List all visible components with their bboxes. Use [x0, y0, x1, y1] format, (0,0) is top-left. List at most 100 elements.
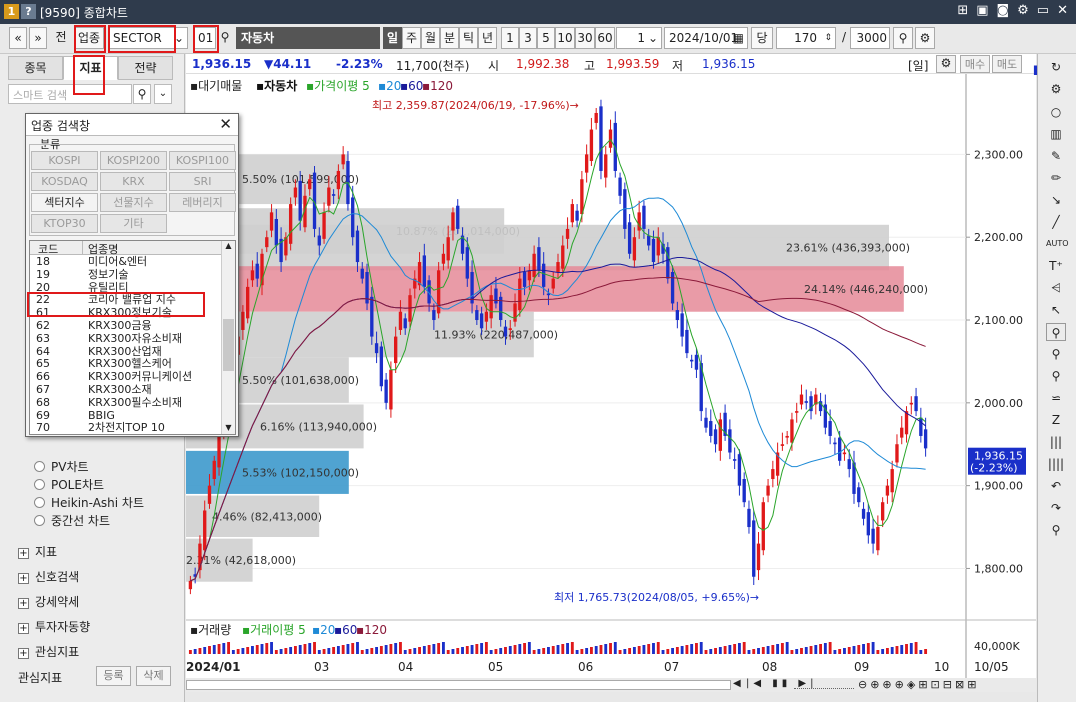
bar-chart-icon[interactable]: ▥ [1046, 125, 1066, 143]
next-button[interactable]: » [29, 27, 47, 49]
redo-icon[interactable]: ↷ [1046, 499, 1066, 517]
list-item[interactable]: 69 BBIG [30, 409, 220, 422]
list-item[interactable]: 65 KRX300헬스케어 [30, 357, 220, 370]
interval-button[interactable]: 1 [501, 27, 519, 49]
list-item[interactable]: 20 유틸리티 [30, 281, 220, 294]
radio-midline-chart[interactable]: 중간선 차트 [34, 512, 110, 529]
zoom-tool-icons[interactable]: ⊖⊕⊕⊕◈⊞⊡⊟⊠⊞ [858, 678, 979, 691]
category-button[interactable]: 기타 [100, 214, 167, 233]
category-button[interactable]: KOSPI [31, 151, 98, 170]
date-input[interactable]: 2024/10/01 ▦ [664, 27, 748, 49]
interval-button[interactable]: 10 [555, 27, 575, 49]
zoom-out-icon[interactable]: ⚲ [1046, 345, 1066, 363]
smart-search-input[interactable]: 스마트 검색 [8, 84, 132, 104]
sector-select[interactable]: SECTOR ⌄ [108, 27, 188, 49]
calendar-icon[interactable]: ▦ [733, 28, 744, 48]
period-button[interactable]: 틱 [459, 27, 478, 49]
bars-icon[interactable]: ||| [1046, 433, 1066, 451]
list-item[interactable]: 18 미디어&엔터 [30, 255, 220, 268]
list-item[interactable]: 61 KRX300정보기술 [30, 306, 220, 319]
interval-button[interactable]: 30 [575, 27, 595, 49]
category-button[interactable]: 선물지수 [100, 193, 167, 212]
category-button[interactable]: 섹터지수 [31, 193, 98, 212]
register-button[interactable]: 등록 [96, 666, 131, 686]
tree-investor-trend[interactable]: + 투자자동향 [18, 618, 90, 635]
category-button[interactable]: SRI [169, 172, 236, 191]
pen-icon[interactable]: ✎ [1046, 147, 1066, 165]
sector-search-dialog[interactable]: 업종 검색창 ✕ 분류 KOSPI KOSPI200 KOSPI100 KOSDAQ K… [25, 113, 239, 437]
scroll-down-icon[interactable]: ▼ [222, 423, 235, 434]
buy-button[interactable]: 매수 [960, 55, 990, 73]
search-icon[interactable]: ⚲ [1046, 521, 1066, 539]
count-input[interactable]: 170 ⇕ [776, 27, 836, 49]
zoom-slider[interactable] [794, 681, 854, 689]
category-button[interactable]: KOSDAQ [31, 172, 98, 191]
sector-list[interactable]: 코드 업종명 18 미디어&엔터 19 정보기술 20 유틸리티 22 코리아 밸류업 지수 6… [29, 240, 236, 435]
tab-strategy[interactable]: 전략 [118, 56, 173, 80]
help-icon[interactable]: ? [21, 4, 36, 19]
chevron-down-icon[interactable]: ⌄ [154, 84, 172, 104]
settings-icon[interactable]: ⚙ [915, 27, 935, 49]
list-item[interactable]: 63 KRX300자유소비재 [30, 332, 220, 345]
settings-icon[interactable]: ⚙ [1046, 80, 1066, 98]
list-scrollbar[interactable]: ▲ ▼ [221, 241, 235, 434]
interval-input[interactable]: 1 ⌄ [616, 27, 662, 49]
minimize-icon[interactable]: ▭ [1037, 3, 1049, 18]
line-icon[interactable]: ╱ [1046, 213, 1066, 231]
pin-icon[interactable]: ⊞ [957, 3, 968, 18]
list-item[interactable]: 22 코리아 밸류업 지수 [30, 293, 220, 306]
category-button[interactable]: KOSPI100 [169, 151, 236, 170]
radio-pole-chart[interactable]: POLE차트 [34, 476, 104, 493]
period-button[interactable]: 일 [383, 27, 402, 49]
code-input[interactable]: 01 [193, 27, 216, 49]
trend-line-icon[interactable]: ↘ [1046, 191, 1066, 209]
list-item[interactable]: 62 KRX300금융 [30, 319, 220, 332]
scroll-track[interactable] [186, 680, 731, 690]
delete-button[interactable]: 삭제 [136, 666, 171, 686]
cursor-icon[interactable]: ↖ [1046, 301, 1066, 319]
note-icon[interactable]: ▣ [976, 3, 988, 18]
tab-indicator[interactable]: 지표 [63, 56, 118, 80]
list-item[interactable]: 19 정보기술 [30, 268, 220, 281]
tree-strength[interactable]: + 강세약세 [18, 593, 79, 610]
radio-heikin-ashi-chart[interactable]: Heikin-Ashi 차트 [34, 494, 144, 511]
list-item[interactable]: 67 KRX300소재 [30, 383, 220, 396]
tree-favorite-indicator[interactable]: + 관심지표 [18, 643, 79, 660]
columns-icon[interactable]: |||| [1046, 455, 1066, 473]
interval-button[interactable]: 5 [537, 27, 555, 49]
scroll-handle-icon[interactable]: ▐ [1030, 62, 1038, 80]
text-icon[interactable]: T⁺ [1046, 257, 1066, 275]
interval-button[interactable]: 3 [519, 27, 537, 49]
chart-scrollbar[interactable]: ◀ |◀ ▮▮ ▶| ⊖⊕⊕⊕◈⊞⊡⊟⊠⊞ [186, 678, 1036, 692]
unit-button[interactable]: 당 [751, 27, 773, 49]
search-icon[interactable]: ⚲ [217, 27, 233, 49]
list-item[interactable]: 68 KRX300필수소비재 [30, 396, 220, 409]
scroll-left-icon[interactable]: ◀ [733, 678, 741, 689]
category-button[interactable]: KTOP30 [31, 214, 98, 233]
tree-signal-search[interactable]: + 신호검색 [18, 568, 79, 585]
scroll-thumb[interactable] [223, 319, 234, 371]
spinner-icon[interactable]: ⇕ [824, 28, 832, 48]
zigzag-icon[interactable]: ⋍ [1046, 389, 1066, 407]
auto-icon[interactable]: AUTO [1046, 235, 1069, 253]
list-item[interactable]: 66 KRX300커뮤니케이션 [30, 370, 220, 383]
circle-icon[interactable]: ○ [1046, 103, 1066, 121]
fibonacci-icon[interactable]: ⩤ [1046, 279, 1066, 297]
search-icon[interactable]: ⚲ [133, 84, 151, 104]
interval-button[interactable]: 60 [595, 27, 615, 49]
period-button[interactable]: 년 [478, 27, 497, 49]
sell-button[interactable]: 매도 [992, 55, 1022, 73]
refresh-icon[interactable]: ↻ [1046, 58, 1066, 76]
camera-icon[interactable]: ◙ [997, 3, 1010, 18]
tab-stock[interactable]: 종목 [8, 56, 63, 80]
scroll-up-icon[interactable]: ▲ [222, 241, 235, 254]
list-item[interactable]: 64 KRX300산업재 [30, 345, 220, 358]
prev-button[interactable]: « [9, 27, 27, 49]
type-button[interactable]: 업종 [74, 27, 104, 49]
close-icon[interactable]: ✕ [1057, 3, 1068, 18]
tree-indicator[interactable]: + 지표 [18, 543, 57, 560]
chart-area[interactable]: ▪대기매물 ▪자동차 ▪가격이평 5 ▪20 ▪60 ▪120 2,300.00 2,200.… [186, 74, 1036, 678]
zoom-icon[interactable]: ⚲ [893, 27, 913, 49]
category-button[interactable]: KOSPI200 [100, 151, 167, 170]
max-input[interactable]: 3000 [850, 27, 890, 49]
